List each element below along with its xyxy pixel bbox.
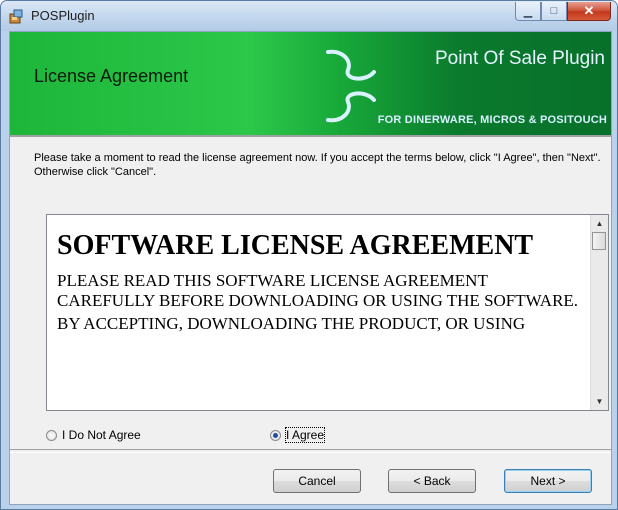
product-name: Point Of Sale Plugin [434,48,605,69]
puzzle-piece-graphic [326,49,376,123]
window-title: POSPlugin [31,8,95,23]
license-scrollbar[interactable]: ▲ ▼ [590,215,608,410]
banner-divider [10,135,611,137]
license-heading: SOFTWARE LICENSE AGREEMENT [57,230,534,261]
license-text-box[interactable]: SOFTWARE LICENSE AGREEMENT PLEASE READ T… [46,214,609,411]
close-icon: ✕ [583,3,595,18]
license-paragraph: BY ACCEPTING, DOWNLOADING THE PRODUCT, O… [57,314,526,333]
title-bar[interactable]: POSPlugin ▁ □ ✕ [1,1,617,31]
radio-unchecked-icon[interactable] [46,429,57,441]
header-banner: License Agreement Point Of Sale Plugin F… [10,32,611,135]
do-not-agree-label: I Do Not Agree [62,428,141,442]
back-button[interactable]: < Back [388,469,476,493]
minimize-icon: ▁ [523,5,533,18]
scroll-down-icon[interactable]: ▼ [591,393,608,410]
scrollbar-thumb[interactable] [592,232,606,250]
caption-buttons: ▁ □ ✕ [515,2,611,22]
cancel-button[interactable]: Cancel [273,469,361,493]
product-subtitle: FOR DINERWARE, MICROS & POSITOUCH [377,114,607,126]
license-paragraph: PLEASE READ THIS SOFTWARE LICENSE AGREEM… [57,271,579,310]
next-button[interactable]: Next > [504,469,592,493]
maximize-icon: □ [550,5,558,17]
installer-icon [9,8,25,24]
page-title: License Agreement [34,66,189,86]
radio-checked-icon[interactable] [270,429,281,441]
installer-window: POSPlugin ▁ □ ✕ License Agreement Point … [0,0,618,510]
do-not-agree-radio[interactable]: I Do Not Agree [46,428,141,442]
scroll-up-icon[interactable]: ▲ [591,215,608,232]
instructions-text: Please take a moment to read the license… [34,152,601,178]
agree-radio[interactable]: I Agree [270,427,326,443]
dialog-client-area: License Agreement Point Of Sale Plugin F… [9,31,612,505]
maximize-button[interactable]: □ [541,2,567,21]
license-content: SOFTWARE LICENSE AGREEMENT PLEASE READ T… [57,229,582,337]
agree-label: I Agree [284,427,326,443]
close-button[interactable]: ✕ [567,2,611,21]
footer-divider [10,449,611,453]
minimize-button[interactable]: ▁ [515,2,541,21]
